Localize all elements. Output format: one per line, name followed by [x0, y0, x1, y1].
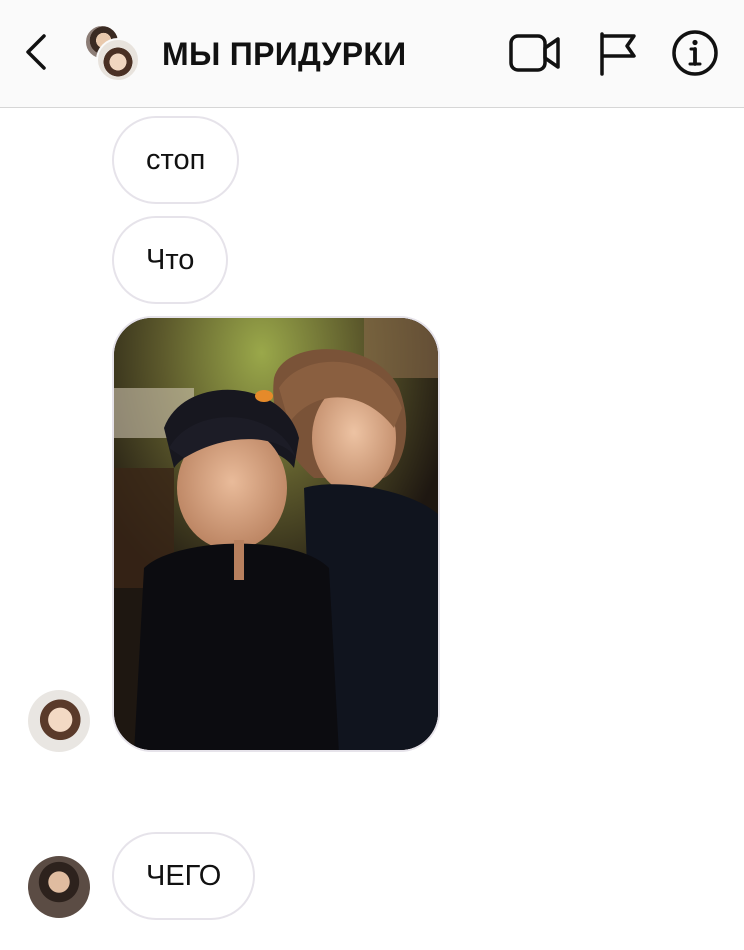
avatar[interactable]: [28, 856, 90, 918]
message-bubble[interactable]: ЧЕГО: [112, 832, 256, 920]
report-button[interactable]: [594, 28, 648, 78]
message-bubble[interactable]: стоп: [112, 116, 240, 204]
member-avatar: [96, 38, 140, 82]
message-bubble[interactable]: Что: [112, 216, 229, 304]
group-avatar[interactable]: [84, 24, 144, 82]
back-button[interactable]: [18, 30, 58, 74]
chat-header: МЫ ПРИДУРКИ: [0, 0, 744, 108]
avatar[interactable]: [28, 690, 90, 752]
info-button[interactable]: [668, 28, 722, 78]
selfie-photo: [114, 318, 438, 750]
chevron-left-icon: [26, 34, 46, 70]
flag-icon: [600, 32, 636, 76]
chat-title[interactable]: МЫ ПРИДУРКИ: [162, 36, 407, 73]
video-call-button[interactable]: [508, 28, 562, 78]
info-icon: [672, 30, 718, 76]
photo-message[interactable]: [112, 316, 440, 752]
video-camera-icon: [509, 34, 560, 72]
